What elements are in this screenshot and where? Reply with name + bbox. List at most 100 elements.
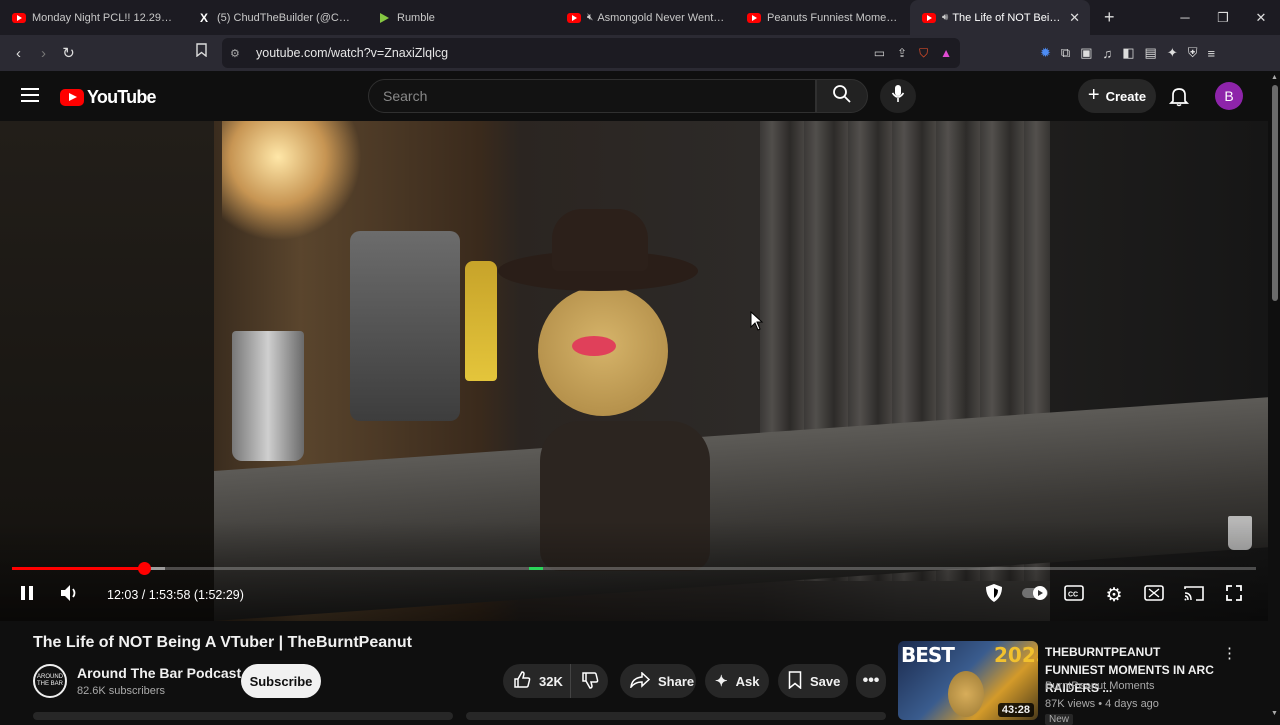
browser-toolbar: ‹ › ↻ ⚙ youtube.com/watch?v=ZnaxiZlqlcg …: [0, 35, 1280, 71]
close-tab-icon[interactable]: ✕: [1069, 10, 1080, 26]
scrubber-handle[interactable]: [137, 562, 151, 575]
thumbnail-year: 2025: [994, 643, 1038, 667]
settings-button[interactable]: ⚙: [1102, 583, 1126, 607]
svg-text:CC: CC: [1068, 591, 1078, 598]
media-icon[interactable]: ♫: [1103, 46, 1113, 61]
account-avatar[interactable]: B: [1215, 82, 1243, 110]
create-button[interactable]: + Create: [1078, 79, 1156, 113]
close-window-icon[interactable]: ✕: [1242, 10, 1280, 26]
shield-icon: [985, 583, 1003, 608]
thumbs-up-icon: [513, 670, 531, 692]
minimize-icon[interactable]: ─: [1166, 10, 1204, 25]
played-bar: [12, 567, 144, 570]
autoplay-toggle-icon: [1021, 585, 1049, 605]
share-label: Share: [658, 673, 695, 689]
ask-label: Ask: [735, 673, 760, 689]
scrollbar-thumb[interactable]: [1272, 85, 1278, 301]
url-actions: ▭ ⇪ ⛉ ▲: [874, 38, 952, 68]
browser-tab-active[interactable]: 🔊︎ The Life of NOT Being A ✕: [910, 0, 1090, 35]
sparkle-icon: ✦: [715, 673, 728, 690]
cast-button[interactable]: [1182, 583, 1206, 607]
forward-icon[interactable]: ›: [31, 45, 56, 62]
share-button[interactable]: Share: [620, 664, 696, 698]
video-player[interactable]: 12:03 / 1:53:58 (1:52:29) CC ⚙: [0, 121, 1268, 621]
sidebar-icon[interactable]: ◧: [1122, 45, 1134, 61]
recommended-channel-name[interactable]: BurntPeanut Moments: [1045, 680, 1154, 692]
youtube-icon: [567, 11, 581, 25]
tab-title: The Life of NOT Being A: [952, 11, 1062, 24]
tab-search-icon[interactable]: ▣: [1080, 45, 1092, 61]
guide-menu-icon[interactable]: [21, 88, 39, 102]
browser-tab[interactable]: 🔇︎ Asmongold Never Went THR: [555, 0, 735, 35]
cast-icon: [1184, 585, 1204, 606]
recommended-more-icon[interactable]: ⋮: [1222, 644, 1237, 662]
search-box: [368, 79, 816, 113]
browser-tab[interactable]: Rumble: [365, 0, 555, 35]
ask-button[interactable]: ✦ Ask: [705, 664, 769, 698]
vpn-icon[interactable]: ⛨: [1188, 45, 1198, 61]
recommended-video-thumbnail[interactable]: BEST 2025 43:28: [898, 641, 1038, 720]
x-icon: X: [199, 10, 208, 25]
like-button[interactable]: 32K: [503, 664, 571, 698]
bookmark-icon[interactable]: [196, 43, 207, 60]
volume-button[interactable]: [57, 583, 83, 607]
leo-icon[interactable]: ✦: [1167, 45, 1178, 61]
site-info-icon[interactable]: ⚙: [230, 47, 244, 60]
create-label: Create: [1105, 88, 1147, 104]
chapter-marker: [529, 567, 543, 570]
tab-title: Asmongold Never Went THR: [597, 11, 725, 24]
menu-icon[interactable]: ≡: [1208, 46, 1216, 61]
speaker-icon[interactable]: 🔊︎: [942, 12, 948, 23]
shield-button[interactable]: [982, 583, 1006, 607]
save-button[interactable]: Save: [778, 664, 848, 698]
cast-page-icon[interactable]: ▭: [874, 46, 885, 60]
like-count: 32K: [539, 673, 563, 689]
browser-tab[interactable]: Monday Night PCL!! 12.29.25 - P: [0, 0, 185, 35]
notifications-bell-icon[interactable]: [1168, 85, 1190, 107]
window-controls: ─ ❐ ✕: [1166, 0, 1280, 35]
browser-tab[interactable]: X (5) ChudTheBuilder (@ChudThe: [185, 0, 365, 35]
fullscreen-button[interactable]: [1222, 583, 1246, 607]
rumble-icon: [377, 11, 391, 25]
search-button[interactable]: [816, 79, 868, 113]
autoplay-toggle[interactable]: [1020, 583, 1050, 607]
new-tab-button[interactable]: +: [1104, 7, 1115, 28]
back-icon[interactable]: ‹: [6, 45, 31, 62]
progress-bar[interactable]: [12, 562, 1256, 575]
channel-avatar[interactable]: AROUND THE BAR: [33, 664, 67, 698]
scroll-down-icon[interactable]: ▼: [1271, 710, 1278, 717]
page-scrollbar[interactable]: ▲ ▼: [1270, 71, 1280, 720]
more-actions-button[interactable]: •••: [856, 664, 886, 698]
restore-icon[interactable]: ❐: [1204, 10, 1242, 26]
miniplayer-icon: [1144, 584, 1164, 606]
wallet-icon[interactable]: ▤: [1145, 45, 1157, 61]
dislike-button[interactable]: [571, 671, 608, 692]
share-page-icon[interactable]: ⇪: [897, 46, 907, 60]
bookmark-save-icon: [788, 670, 802, 692]
microphone-icon: [891, 84, 905, 109]
brave-rewards-icon[interactable]: ▲: [940, 46, 952, 60]
video-duration: 43:28: [997, 703, 1034, 717]
youtube-icon: [12, 11, 26, 25]
scroll-up-icon[interactable]: ▲: [1271, 74, 1278, 81]
channel-name[interactable]: Around The Bar Podcast: [77, 665, 241, 681]
voice-search-button[interactable]: [880, 79, 916, 113]
brave-shields-icon[interactable]: ⛉: [919, 46, 928, 61]
address-bar[interactable]: ⚙ youtube.com/watch?v=ZnaxiZlqlcg ▭ ⇪ ⛉ …: [222, 38, 960, 68]
browser-tab[interactable]: Peanuts Funniest Moments | Vol: [735, 0, 910, 35]
reload-icon[interactable]: ↻: [56, 44, 81, 62]
subtitles-button[interactable]: CC: [1062, 583, 1086, 607]
miniplayer-button[interactable]: [1142, 583, 1166, 607]
youtube-logo[interactable]: YouTube: [60, 87, 157, 108]
puzzle-icon[interactable]: ⧉: [1061, 45, 1070, 61]
extension-icon[interactable]: ✹: [1040, 45, 1051, 61]
pause-button[interactable]: [14, 583, 40, 607]
search-input[interactable]: [369, 80, 815, 112]
muted-speaker-icon[interactable]: 🔇︎: [587, 12, 593, 23]
tab-title: (5) ChudTheBuilder (@ChudThe: [217, 11, 355, 24]
description-box-edge: [33, 712, 453, 720]
youtube-play-icon: [60, 89, 84, 106]
fullscreen-icon: [1226, 584, 1242, 606]
comments-edge: [466, 712, 886, 720]
subscribe-button[interactable]: Subscribe: [241, 664, 321, 698]
